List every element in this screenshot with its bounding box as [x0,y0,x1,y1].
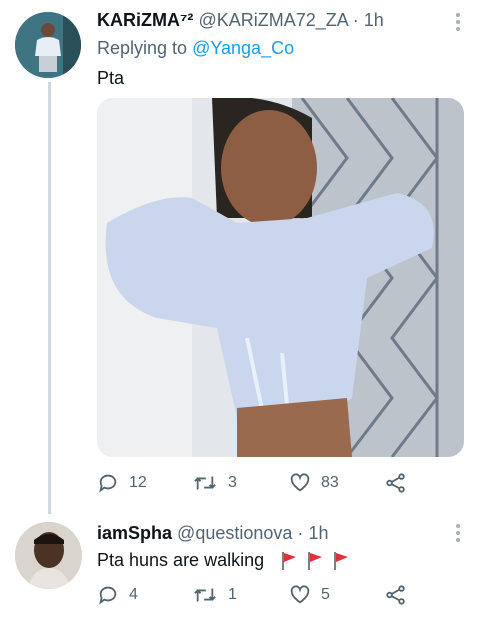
triangular-flag-icon [334,552,349,571]
tweet-text-content: Pta huns are walking [97,550,265,570]
more-icon[interactable] [456,524,460,542]
tweet-header: iamSpha @questionova · 1h [97,523,328,544]
like-action[interactable]: 83 [289,472,339,494]
like-icon [290,585,310,604]
avatar-photo [15,522,82,589]
retweet-count: 1 [228,586,237,603]
retweet-action[interactable]: 3 [192,472,237,494]
reply-mention-link[interactable]: @Yanga_Co [192,38,294,58]
photo-illustration [97,98,464,457]
avatar[interactable] [15,522,82,589]
retweet-action[interactable]: 1 [192,584,237,606]
author-handle[interactable]: @questionova [177,523,292,543]
retweet-icon [194,476,216,490]
reply-count: 12 [129,474,147,491]
share-icon [386,473,405,493]
flag-emoji-group [281,551,349,571]
like-count: 83 [321,474,339,491]
tweet-media-photo[interactable] [97,98,464,457]
share-action[interactable] [385,472,407,494]
triangular-flag-icon [308,552,323,571]
author-name[interactable]: KARiZMA⁷² [97,10,193,30]
tweet-text: Pta [97,68,125,88]
timestamp[interactable]: 1h [364,10,384,30]
tweet-actions: 4 1 5 [97,584,427,608]
reply-icon [99,586,117,605]
avatar-photo [15,12,81,78]
thread-connector-line [48,82,51,514]
reply-action[interactable]: 12 [97,472,147,494]
tweet-header: KARiZMA⁷² @KARiZMA72_ZA · 1h [97,10,384,31]
separator-dot: · [352,10,359,30]
retweet-count: 3 [228,474,237,491]
timestamp[interactable]: 1h [308,523,328,543]
like-icon [290,473,310,492]
share-icon [386,585,405,605]
like-count: 5 [321,586,330,603]
replying-to: Replying to @Yanga_Co [97,38,294,59]
avatar[interactable] [15,12,81,78]
author-handle[interactable]: @KARiZMA72_ZA [198,10,347,30]
like-action[interactable]: 5 [289,584,330,606]
more-icon[interactable] [456,13,460,31]
triangular-flag-icon [282,552,297,571]
retweet-icon [194,588,216,602]
separator-dot: · [297,523,304,543]
reply-icon [99,474,117,493]
share-action[interactable] [385,584,407,606]
replying-to-label: Replying to [97,38,188,58]
reply-action[interactable]: 4 [97,584,138,606]
tweet-actions: 12 3 83 [97,472,427,496]
tweet-text: Pta huns are walking [97,550,349,571]
author-name[interactable]: iamSpha [97,523,172,543]
reply-count: 4 [129,586,138,603]
